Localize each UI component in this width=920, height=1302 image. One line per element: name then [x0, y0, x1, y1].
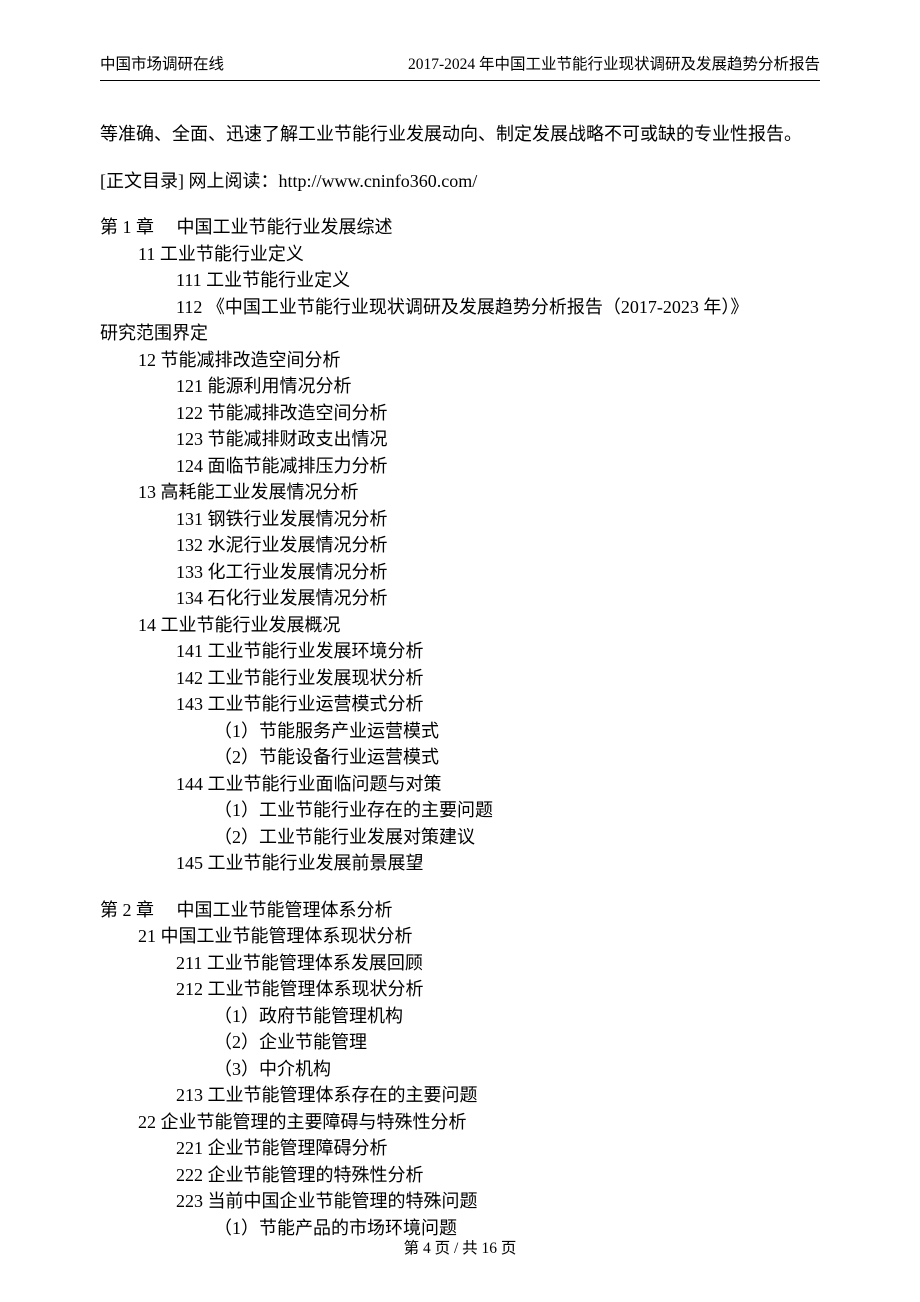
toc-entry: 第 2 章 中国工业节能管理体系分析	[100, 897, 820, 924]
toc-entry: 133 化工行业发展情况分析	[176, 559, 820, 586]
toc-entry: 213 工业节能管理体系存在的主要问题	[176, 1082, 820, 1109]
toc-entry: 122 节能减排改造空间分析	[176, 400, 820, 427]
online-reading-link: [正文目录] 网上阅读：http://www.cninfo360.com/	[100, 168, 820, 195]
toc-entry: 141 工业节能行业发展环境分析	[176, 638, 820, 665]
toc-entry: 123 节能减排财政支出情况	[176, 426, 820, 453]
toc-entry: （3）中介机构	[214, 1056, 820, 1083]
toc-entry: 111 工业节能行业定义	[176, 267, 820, 294]
toc-entry: 142 工业节能行业发展现状分析	[176, 665, 820, 692]
toc-entry: 13 高耗能工业发展情况分析	[138, 479, 820, 506]
document-page: 中国市场调研在线 2017-2024 年中国工业节能行业现状调研及发展趋势分析报…	[0, 0, 920, 1302]
toc-entry: 223 当前中国企业节能管理的特殊问题	[176, 1188, 820, 1215]
toc-entry: 124 面临节能减排压力分析	[176, 453, 820, 480]
toc-entry: 132 水泥行业发展情况分析	[176, 532, 820, 559]
toc-entry: 145 工业节能行业发展前景展望	[176, 850, 820, 877]
toc-entry: 121 能源利用情况分析	[176, 373, 820, 400]
toc-entry: 研究范围界定	[100, 320, 820, 347]
toc-entry: 211 工业节能管理体系发展回顾	[176, 950, 820, 977]
toc-entry: 11 工业节能行业定义	[138, 241, 820, 268]
toc-entry: 112 《中国工业节能行业现状调研及发展趋势分析报告（2017-2023 年）》	[176, 294, 820, 321]
toc-chapter-1: 第 1 章 中国工业节能行业发展综述11 工业节能行业定义111 工业节能行业定…	[100, 214, 820, 877]
intro-paragraph: 等准确、全面、迅速了解工业节能行业发展动向、制定发展战略不可或缺的专业性报告。	[100, 121, 820, 148]
toc-entry: （2）节能设备行业运营模式	[214, 744, 820, 771]
toc-entry: 第 1 章 中国工业节能行业发展综述	[100, 214, 820, 241]
toc-entry: 134 石化行业发展情况分析	[176, 585, 820, 612]
toc-entry: 222 企业节能管理的特殊性分析	[176, 1162, 820, 1189]
toc-entry: 14 工业节能行业发展概况	[138, 612, 820, 639]
toc-entry: 212 工业节能管理体系现状分析	[176, 976, 820, 1003]
toc-entry: 21 中国工业节能管理体系现状分析	[138, 923, 820, 950]
toc-entry: 221 企业节能管理障碍分析	[176, 1135, 820, 1162]
toc-entry: 12 节能减排改造空间分析	[138, 347, 820, 374]
page-header: 中国市场调研在线 2017-2024 年中国工业节能行业现状调研及发展趋势分析报…	[100, 52, 820, 81]
toc-chapter-2: 第 2 章 中国工业节能管理体系分析21 中国工业节能管理体系现状分析211 工…	[100, 897, 820, 1242]
header-right: 2017-2024 年中国工业节能行业现状调研及发展趋势分析报告	[408, 52, 820, 74]
page-body: 等准确、全面、迅速了解工业节能行业发展动向、制定发展战略不可或缺的专业性报告。 …	[100, 121, 820, 1241]
toc-entry: 131 钢铁行业发展情况分析	[176, 506, 820, 533]
toc-entry: 143 工业节能行业运营模式分析	[176, 691, 820, 718]
header-left: 中国市场调研在线	[100, 52, 224, 74]
toc-entry: （1）政府节能管理机构	[214, 1003, 820, 1030]
toc-entry: （1）节能服务产业运营模式	[214, 718, 820, 745]
toc-entry: 144 工业节能行业面临问题与对策	[176, 771, 820, 798]
toc-entry: （2）企业节能管理	[214, 1029, 820, 1056]
toc-entry: 22 企业节能管理的主要障碍与特殊性分析	[138, 1109, 820, 1136]
toc-entry: （2）工业节能行业发展对策建议	[214, 824, 820, 851]
toc-entry: （1）工业节能行业存在的主要问题	[214, 797, 820, 824]
page-footer: 第 4 页 / 共 16 页	[0, 1236, 920, 1258]
